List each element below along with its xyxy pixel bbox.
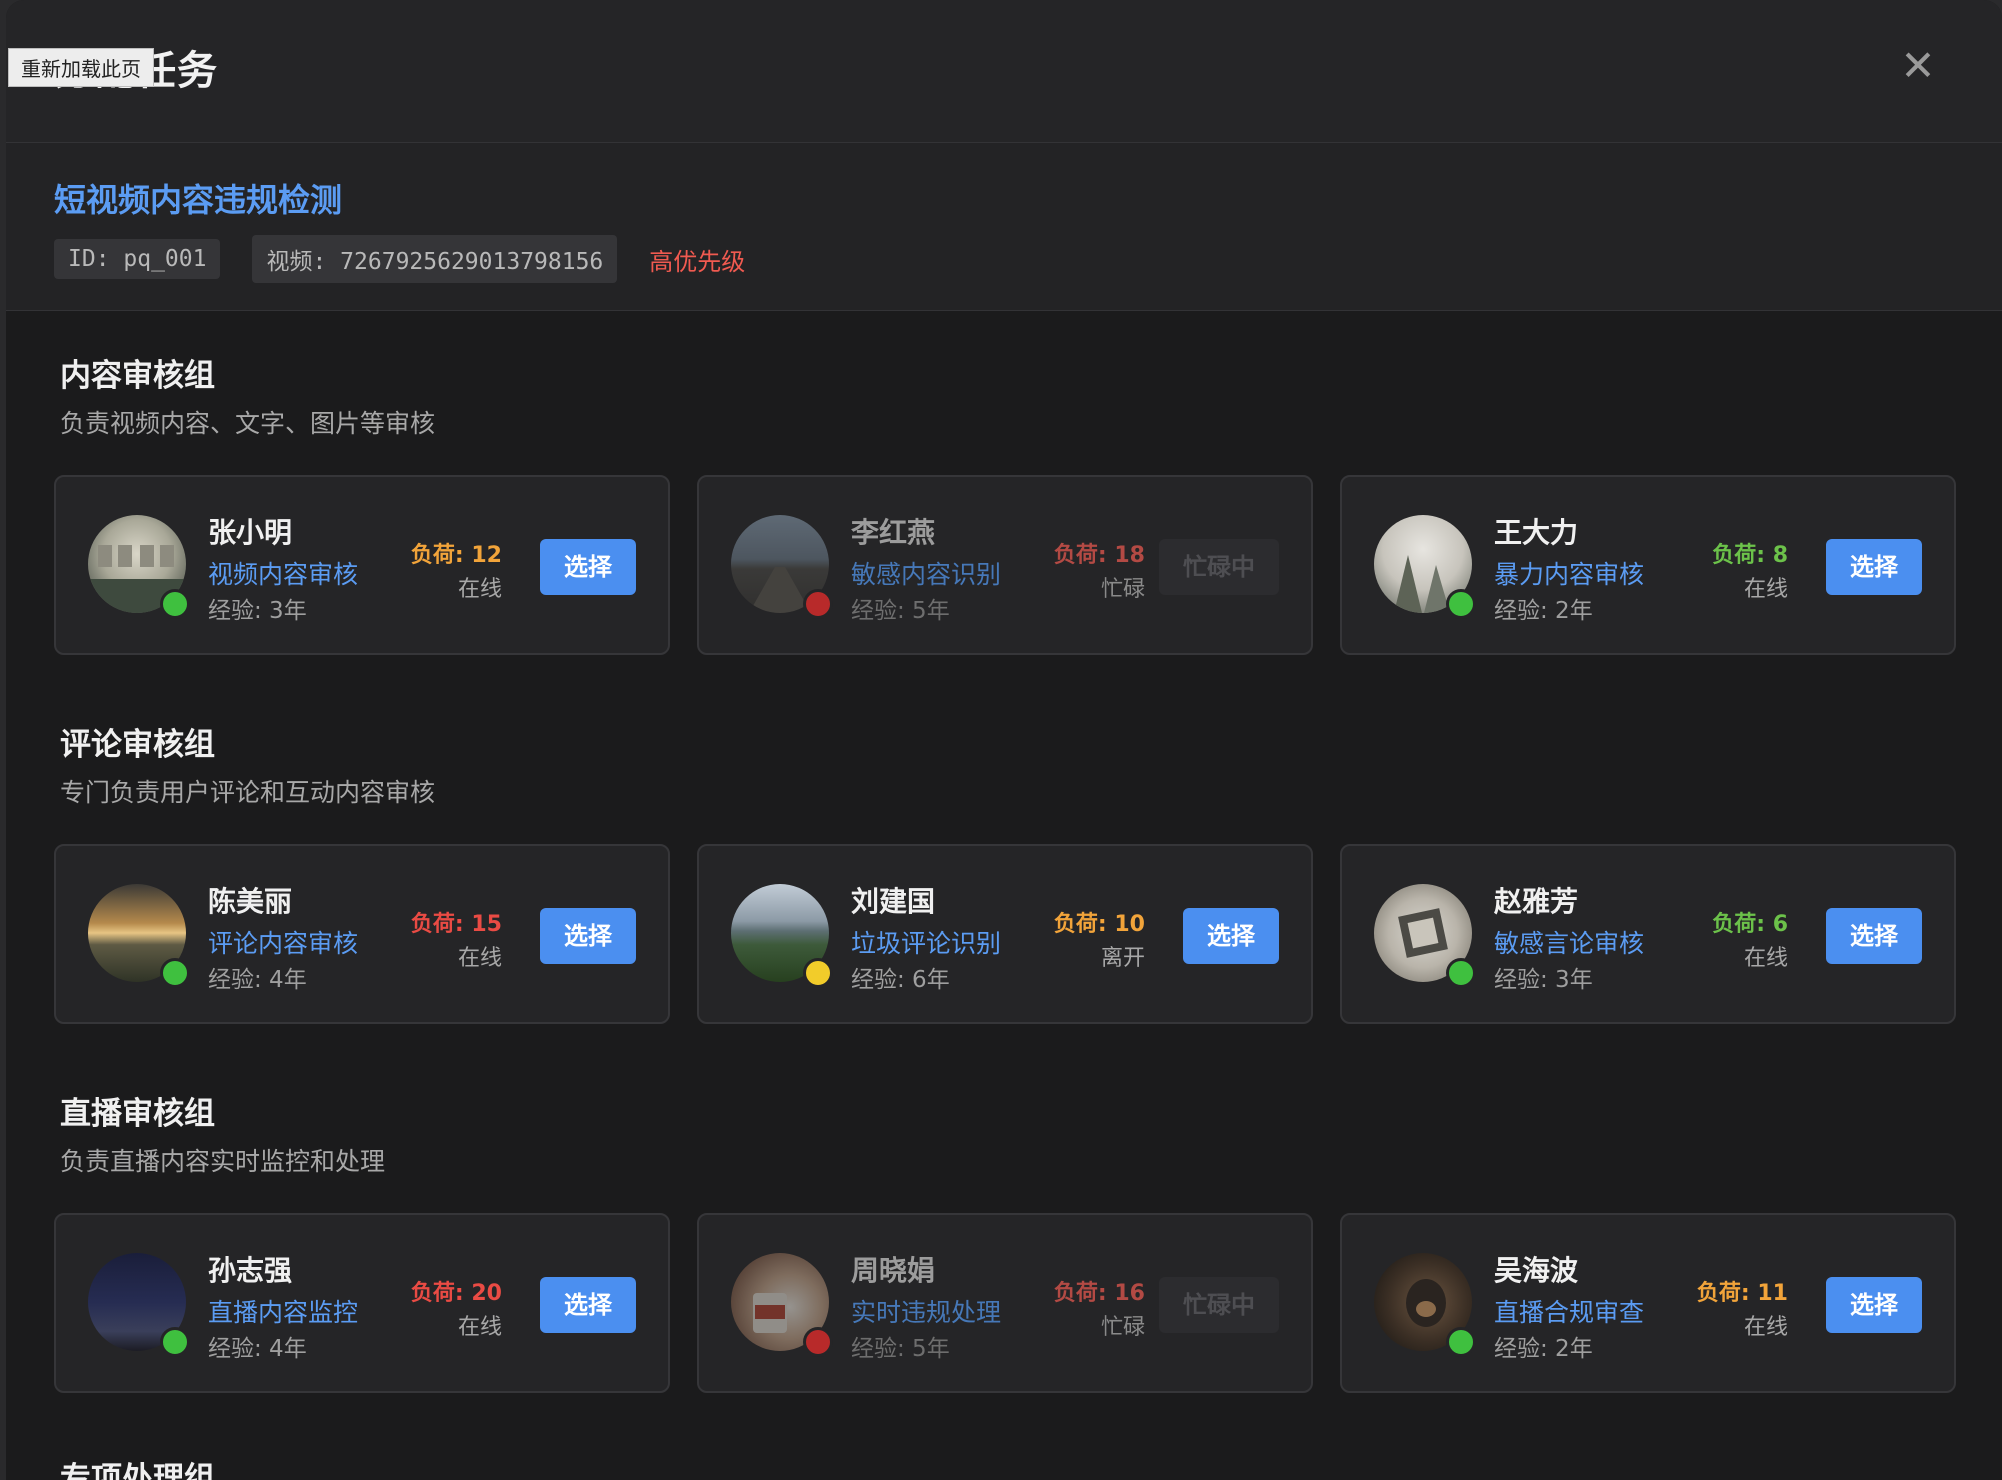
reviewer-state: 离开	[1100, 946, 1145, 971]
select-button[interactable]: 选择	[1826, 1277, 1922, 1333]
group-title-special: 专项处理组	[60, 1461, 215, 1480]
reviewer-state: 忙碌	[1100, 1315, 1145, 1340]
reviewer-load: 负荷: 12	[410, 543, 502, 568]
reviewer-card: 李红燕 敏感内容识别 经验: 5年 负荷: 18 忙碌 忙碌中	[697, 475, 1313, 655]
status-online-dot	[160, 958, 190, 988]
reviewer-specialty: 评论内容审核	[208, 929, 359, 958]
reviewer-specialty: 敏感内容识别	[851, 560, 1002, 589]
reviewer-load: 负荷: 16	[1053, 1281, 1145, 1306]
reviewer-card: 周晓娟 实时违规处理 经验: 5年 负荷: 16 忙碌 忙碌中	[697, 1213, 1313, 1393]
group-title: 评论审核组	[60, 727, 215, 763]
busy-button[interactable]: 忙碌中	[1159, 1277, 1279, 1333]
assign-task-modal: 分配任务 ✕ 短视频内容违规检测 ID: pq_001 视频: 72679256…	[6, 0, 2002, 1480]
group-desc: 专门负责用户评论和互动内容审核	[60, 778, 436, 807]
modal-header: 分配任务 ✕	[6, 0, 2002, 143]
reviewer-load: 负荷: 20	[410, 1281, 502, 1306]
close-icon[interactable]: ✕	[1896, 44, 1940, 88]
group-content-review: 内容审核组 负责视频内容、文字、图片等审核 张小明 视频内容审核 经验: 3年 …	[54, 312, 2002, 681]
status-away-dot	[803, 958, 833, 988]
reviewer-state: 在线	[1743, 946, 1788, 971]
reviewer-specialty: 垃圾评论识别	[851, 929, 1002, 958]
reviewer-experience: 经验: 5年	[851, 598, 950, 624]
reviewer-card: 王大力 暴力内容审核 经验: 2年 负荷: 8 在线 选择	[1340, 475, 1956, 655]
priority-badge: 高优先级	[649, 247, 746, 276]
reload-tooltip: 重新加载此页	[8, 48, 154, 87]
reviewer-specialty: 暴力内容审核	[1494, 560, 1645, 589]
task-title: 短视频内容违规检测	[54, 181, 343, 219]
reviewer-specialty: 实时违规处理	[851, 1298, 1002, 1327]
reviewer-state: 在线	[457, 946, 502, 971]
reviewer-load: 负荷: 8	[1712, 543, 1788, 568]
reviewer-experience: 经验: 6年	[851, 967, 950, 993]
reviewer-card: 陈美丽 评论内容审核 经验: 4年 负荷: 15 在线 选择	[54, 844, 670, 1024]
reviewer-name: 刘建国	[851, 885, 936, 918]
group-desc: 负责直播内容实时监控和处理	[60, 1147, 386, 1176]
reviewer-name: 周晓娟	[851, 1254, 936, 1287]
reviewer-load: 负荷: 11	[1696, 1281, 1788, 1306]
reviewer-card: 张小明 视频内容审核 经验: 3年 负荷: 12 在线 选择	[54, 475, 670, 655]
group-desc: 负责视频内容、文字、图片等审核	[60, 409, 436, 438]
reviewer-groups: 内容审核组 负责视频内容、文字、图片等审核 张小明 视频内容审核 经验: 3年 …	[54, 312, 2002, 1419]
reviewer-experience: 经验: 3年	[208, 598, 307, 624]
select-button[interactable]: 选择	[540, 539, 636, 595]
reviewer-name: 孙志强	[208, 1254, 293, 1287]
reviewer-card: 赵雅芳 敏感言论审核 经验: 3年 负荷: 6 在线 选择	[1340, 844, 1956, 1024]
reviewer-experience: 经验: 5年	[851, 1336, 950, 1362]
reviewer-name: 王大力	[1494, 516, 1579, 549]
task-meta: ID: pq_001 视频: 7267925629013798156 高优先级	[54, 235, 745, 283]
group-title: 内容审核组	[60, 358, 215, 394]
reviewer-name: 张小明	[208, 516, 293, 549]
group-title: 直播审核组	[60, 1096, 215, 1132]
select-button[interactable]: 选择	[1826, 539, 1922, 595]
reviewer-experience: 经验: 2年	[1494, 1336, 1593, 1362]
select-button[interactable]: 选择	[1183, 908, 1279, 964]
reviewer-load: 负荷: 6	[1712, 912, 1788, 937]
reviewer-specialty: 直播合规审查	[1494, 1298, 1645, 1327]
reviewer-experience: 经验: 3年	[1494, 967, 1593, 993]
status-online-dot	[160, 1327, 190, 1357]
reviewer-state: 在线	[1743, 577, 1788, 602]
reviewer-state: 在线	[1743, 1315, 1788, 1340]
reviewer-experience: 经验: 4年	[208, 967, 307, 993]
reviewer-card: 孙志强 直播内容监控 经验: 4年 负荷: 20 在线 选择	[54, 1213, 670, 1393]
reviewer-name: 李红燕	[851, 516, 936, 549]
reviewer-state: 忙碌	[1100, 577, 1145, 602]
select-button[interactable]: 选择	[540, 908, 636, 964]
reviewer-state: 在线	[457, 577, 502, 602]
reviewer-load: 负荷: 10	[1053, 912, 1145, 937]
reviewer-experience: 经验: 2年	[1494, 598, 1593, 624]
reviewer-load: 负荷: 18	[1053, 543, 1145, 568]
reviewer-card: 刘建国 垃圾评论识别 经验: 6年 负荷: 10 离开 选择	[697, 844, 1313, 1024]
status-busy-dot	[803, 589, 833, 619]
select-button[interactable]: 选择	[540, 1277, 636, 1333]
reviewer-specialty: 敏感言论审核	[1494, 929, 1645, 958]
reviewer-card: 吴海波 直播合规审查 经验: 2年 负荷: 11 在线 选择	[1340, 1213, 1956, 1393]
group-live-review: 直播审核组 负责直播内容实时监控和处理 孙志强 直播内容监控 经验: 4年 负荷…	[54, 1050, 2002, 1419]
status-online-dot	[160, 589, 190, 619]
busy-button[interactable]: 忙碌中	[1159, 539, 1279, 595]
video-id-chip: 视频: 7267925629013798156	[252, 235, 618, 283]
task-id-chip: ID: pq_001	[54, 239, 221, 279]
group-comment-review: 评论审核组 专门负责用户评论和互动内容审核 陈美丽 评论内容审核 经验: 4年 …	[54, 681, 2002, 1050]
reviewer-state: 在线	[457, 1315, 502, 1340]
select-button[interactable]: 选择	[1826, 908, 1922, 964]
reviewer-name: 吴海波	[1494, 1254, 1579, 1287]
status-online-dot	[1446, 958, 1476, 988]
reviewer-name: 陈美丽	[208, 885, 293, 918]
reviewer-specialty: 视频内容审核	[208, 560, 359, 589]
reviewer-load: 负荷: 15	[410, 912, 502, 937]
status-online-dot	[1446, 589, 1476, 619]
reviewer-name: 赵雅芳	[1494, 885, 1579, 918]
reviewer-experience: 经验: 4年	[208, 1336, 307, 1362]
task-info: 短视频内容违规检测 ID: pq_001 视频: 726792562901379…	[6, 143, 2002, 311]
status-busy-dot	[803, 1327, 833, 1357]
reviewer-specialty: 直播内容监控	[208, 1298, 359, 1327]
status-online-dot	[1446, 1327, 1476, 1357]
